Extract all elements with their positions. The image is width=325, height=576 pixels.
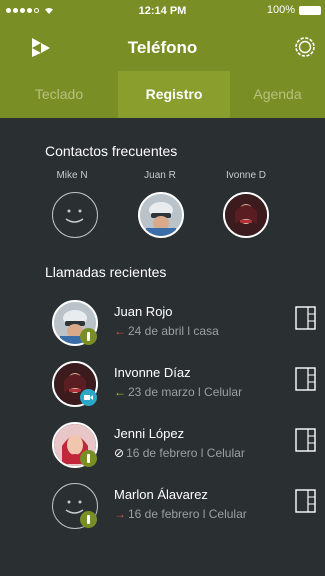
incoming-arrow-icon: ← [114, 385, 126, 399]
contact-card-icon[interactable] [295, 306, 316, 330]
call-type: casa [193, 324, 219, 338]
caller-name: Marlon Álavarez [114, 487, 208, 502]
video-icon [80, 389, 97, 406]
tab-bar: Teclado Registro Agenda [0, 71, 325, 118]
tab-registro[interactable]: Registro [118, 71, 230, 118]
battery-percent: 100% [266, 4, 295, 16]
recent-calls-title: Llamadas recientes [45, 264, 167, 280]
call-type: Celular [206, 446, 245, 460]
contact-name: Ivonne D [225, 170, 267, 181]
outgoing-arrow-icon: → [114, 507, 126, 521]
page-title: Teléfono [127, 38, 198, 57]
call-detail: ← 24 de abril l casa [114, 324, 219, 338]
smiley-placeholder-icon[interactable] [52, 192, 98, 238]
call-type: Celular [204, 385, 243, 399]
call-row[interactable]: Juan Rojo ← 24 de abril l casa [0, 300, 325, 360]
caller-name: Jenni López [114, 426, 185, 441]
battery-icon [299, 5, 321, 15]
call-detail: ← 23 de marzo l Celular [114, 385, 243, 399]
call-row[interactable]: Marlon Álavarez → 16 de febrero l Celular [0, 483, 325, 543]
incoming-arrow-icon: ← [114, 324, 126, 338]
gear-icon[interactable] [293, 35, 317, 59]
phone-icon [80, 328, 97, 345]
contact-card-icon[interactable] [295, 489, 316, 513]
phone-icon [80, 450, 97, 467]
frequent-contacts-title: Contactos frecuentes [45, 143, 178, 159]
caller-name: Juan Rojo [114, 304, 173, 319]
call-type: Celular [208, 507, 247, 521]
app-header: 12:14 PM 100% Teléfono [0, 0, 325, 71]
contact-name: Juan R [144, 170, 176, 181]
missed-call-icon: ⊘ [114, 446, 125, 460]
tab-teclado[interactable]: Teclado [0, 71, 118, 118]
frequent-contact[interactable]: Mike N [37, 170, 107, 181]
caller-name: Invonne Díaz [114, 365, 191, 380]
call-detail: ⊘ 16 de febrero l Celular [114, 446, 245, 460]
call-date: 23 de marzo [128, 385, 195, 399]
call-row[interactable]: Invonne Díaz ← 23 de marzo l Celular [0, 361, 325, 421]
cyclist-avatar[interactable] [138, 192, 184, 238]
contact-card-icon[interactable] [295, 367, 316, 391]
frequent-contact[interactable]: Ivonne D [211, 170, 281, 181]
phone-icon [80, 511, 97, 528]
call-date: 16 de febrero [126, 446, 198, 460]
frequent-contact[interactable]: Juan R [125, 170, 195, 181]
call-detail: → 16 de febrero l Celular [114, 507, 247, 521]
call-date: 16 de febrero [128, 507, 200, 521]
contact-card-icon[interactable] [295, 428, 316, 452]
call-date: 24 de abril [128, 324, 185, 338]
woman-avatar[interactable] [223, 192, 269, 238]
battery-indicator: 100% [267, 4, 321, 16]
status-bar: 12:14 PM 100% [0, 0, 325, 22]
tab-agenda[interactable]: Agenda [230, 71, 325, 118]
call-row[interactable]: Jenni López ⊘ 16 de febrero l Celular [0, 422, 325, 482]
contact-name: Mike N [56, 170, 88, 181]
